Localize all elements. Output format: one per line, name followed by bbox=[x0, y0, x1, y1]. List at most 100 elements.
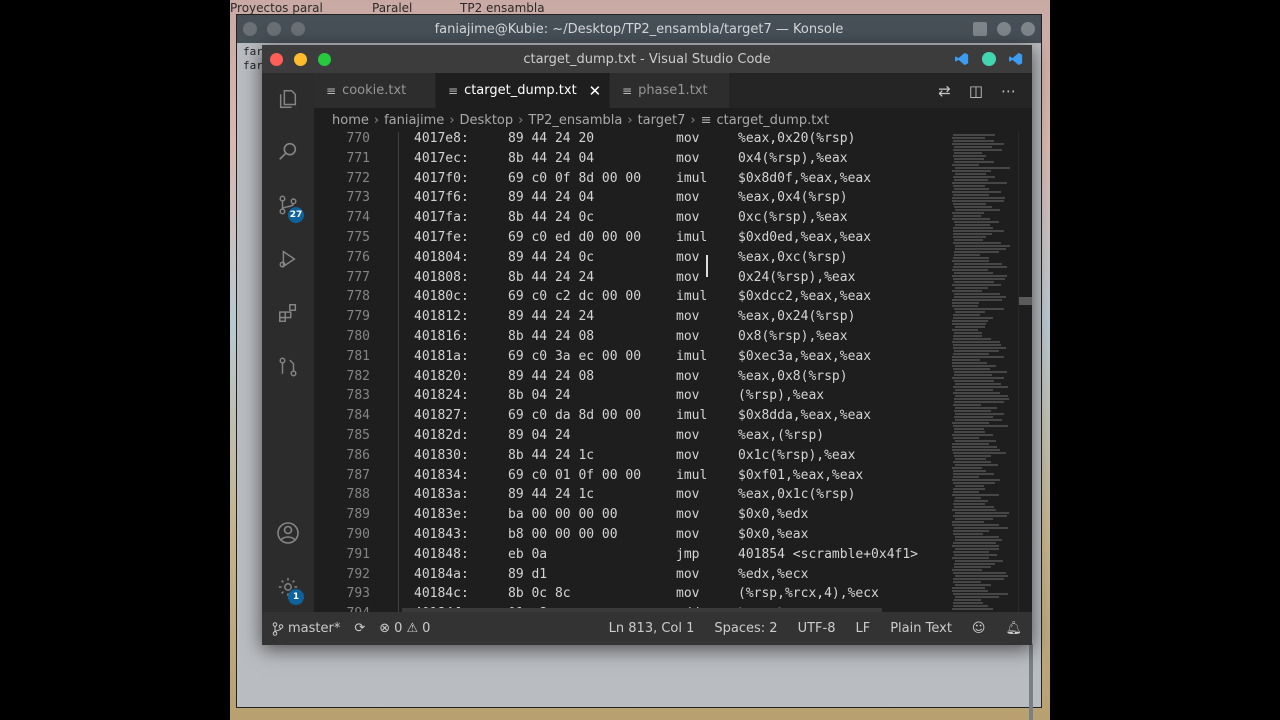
minimap-line bbox=[952, 320, 988, 322]
line-number: 780 bbox=[346, 329, 370, 344]
code-text: 40181a: 69 c0 3a ec 00 00 imul $0xec3a,%eax… bbox=[414, 347, 871, 367]
minimap-line bbox=[952, 422, 989, 424]
scrollbar-thumb[interactable] bbox=[1019, 297, 1032, 305]
sync-icon[interactable]: ⟳ bbox=[354, 621, 365, 636]
asm-bytes: 89 44 24 04 bbox=[508, 190, 595, 206]
search-icon[interactable] bbox=[276, 139, 300, 163]
minimap-line bbox=[952, 284, 1001, 286]
code-line[interactable]: 770 4017e8: 89 44 24 20 mov %eax,0x20(%rsp) bbox=[314, 132, 950, 149]
code-line[interactable]: 790 401843: b8 00 00 00 00 mov $0x0,%eax bbox=[314, 525, 950, 545]
account-icon[interactable] bbox=[276, 521, 300, 545]
minimap-line bbox=[952, 302, 979, 304]
asm-bytes: b8 00 00 00 00 bbox=[508, 527, 618, 542]
minimap-line bbox=[955, 497, 981, 499]
code-line[interactable]: 777 401808: 8b 44 24 24 mov 0x24(%rsp),%eax bbox=[314, 268, 950, 288]
code-line[interactable]: 788 40183a: 89 44 24 1c mov %eax,0x1c(%rsp) bbox=[314, 485, 950, 505]
code-line[interactable]: 773 4017f6: 89 44 24 04 mov %eax,0x4(%rsp) bbox=[314, 188, 950, 208]
code-text: 4017e8: 89 44 24 20 mov %eax,0x20(%rsp) bbox=[414, 132, 855, 149]
split-editor-icon[interactable]: ◫ bbox=[969, 82, 983, 100]
compare-changes-icon[interactable]: ⇄ bbox=[938, 82, 951, 100]
code-line[interactable]: 787 401834: 69 c0 01 0f 00 00 imul $0xf01,%e… bbox=[314, 466, 950, 486]
minimap-line bbox=[954, 221, 999, 223]
code-text: 401848: eb 0a jmp 401854 <scramble+0x4f1> bbox=[414, 545, 918, 565]
code-line[interactable]: 783 401824: 8b 04 24 mov (%rsp),%eax bbox=[314, 386, 950, 406]
encoding[interactable]: UTF-8 bbox=[798, 621, 836, 636]
asm-bytes: 8b 0c 8c bbox=[508, 586, 571, 602]
minimap-line bbox=[954, 416, 993, 418]
minimap-line bbox=[954, 188, 989, 190]
more-actions-icon[interactable]: ⋯ bbox=[1001, 82, 1016, 100]
code-line[interactable]: 786 401830: 8b 44 24 1c mov 0x1c(%rsp),%eax bbox=[314, 446, 950, 466]
notifications-bell-icon[interactable]: 🔔︎ bbox=[1005, 621, 1022, 636]
code-text: 401812: 89 44 24 24 mov %eax,0x24(%rsp) bbox=[414, 307, 855, 327]
run-debug-icon[interactable] bbox=[276, 247, 300, 271]
minimap-line bbox=[952, 269, 988, 271]
breadcrumb-item[interactable]: target7 bbox=[638, 113, 686, 128]
close-tab-icon[interactable]: ✕ bbox=[589, 82, 602, 100]
code-line[interactable]: 772 4017f0: 69 c0 0f 8d 00 00 imul $0x8d0f,%… bbox=[314, 169, 950, 189]
cursor-position[interactable]: Ln 813, Col 1 bbox=[609, 621, 695, 636]
minimap[interactable] bbox=[950, 132, 1010, 612]
konsole-pin-icon[interactable] bbox=[267, 22, 281, 36]
minimap-line bbox=[952, 509, 996, 511]
problems-indicator[interactable]: ⊗ 0 ⚠ 0 bbox=[379, 621, 430, 636]
code-line[interactable]: 781 40181a: 69 c0 3a ec 00 00 imul $0xec3a,%… bbox=[314, 347, 950, 367]
code-line[interactable]: 780 401816: 8b 44 24 08 mov 0x8(%rsp),%eax bbox=[314, 327, 950, 347]
breadcrumb-item[interactable]: Desktop bbox=[460, 113, 514, 128]
minimap-line bbox=[955, 311, 985, 313]
maximize-button[interactable] bbox=[318, 53, 331, 66]
konsole-scrollbar[interactable] bbox=[1029, 643, 1033, 720]
indentation[interactable]: Spaces: 2 bbox=[714, 621, 777, 636]
breadcrumb-item[interactable]: ctarget_dump.txt bbox=[717, 113, 830, 128]
code-line[interactable]: 785 40182d: 89 04 24 mov %eax,(%rsp) bbox=[314, 426, 950, 446]
breadcrumb-item[interactable]: faniajime bbox=[384, 113, 444, 128]
asm-ops: (%rsp,%rcx,4),%ecx bbox=[738, 586, 879, 602]
konsole-menu-icon[interactable] bbox=[243, 22, 257, 36]
feedback-icon[interactable]: ☺ bbox=[972, 621, 986, 636]
minimap-line bbox=[953, 353, 989, 355]
tab-phase1[interactable]: ≡ phase1.txt bbox=[610, 73, 730, 108]
code-editor[interactable]: 770 4017e8: 89 44 24 20 mov %eax,0x20(%rsp) 7… bbox=[314, 132, 950, 612]
asm-ops: $0x0,%edx bbox=[738, 507, 809, 523]
remote-explorer-icon[interactable] bbox=[276, 355, 300, 379]
code-line[interactable]: 791 401848: eb 0a jmp 401854 <scramble+0x4f1… bbox=[314, 545, 950, 565]
tab-ctarget-dump[interactable]: ≡ ctarget_dump.txt ✕ bbox=[436, 73, 610, 108]
asm-addr: 40184c: bbox=[414, 586, 469, 602]
minimap-line bbox=[953, 461, 991, 463]
breadcrumb-item[interactable]: TP2_ensambla bbox=[528, 113, 622, 128]
konsole-keep-above-icon[interactable] bbox=[291, 22, 305, 36]
konsole-minimize-button[interactable] bbox=[973, 22, 987, 36]
code-line[interactable]: 775 4017fe: 69 c0 ed d0 00 00 imul $0xd0ed,%… bbox=[314, 228, 950, 248]
minimap-line bbox=[953, 503, 985, 505]
branch-indicator[interactable]: master* bbox=[272, 621, 340, 636]
branch-icon bbox=[272, 621, 284, 636]
minimap-line bbox=[953, 542, 996, 544]
minimize-button[interactable] bbox=[294, 53, 307, 66]
code-line[interactable]: 776 401804: 89 44 24 0c mov %eax,0xc(%rsp) bbox=[314, 248, 950, 268]
code-line[interactable]: 774 4017fa: 8b 44 24 0c mov 0xc(%rsp),%eax bbox=[314, 208, 950, 228]
end-of-line[interactable]: LF bbox=[855, 621, 870, 636]
close-button[interactable] bbox=[270, 53, 283, 66]
code-line[interactable]: 793 40184c: 8b 0c 8c mov (%rsp,%rcx,4),%ecx bbox=[314, 584, 950, 604]
code-line[interactable]: 778 40180c: 69 c0 c2 dc 00 00 imul $0xdcc2,%… bbox=[314, 287, 950, 307]
language-mode[interactable]: Plain Text bbox=[890, 621, 952, 636]
breadcrumb-item[interactable]: home bbox=[332, 113, 369, 128]
code-line[interactable]: 779 401812: 89 44 24 24 mov %eax,0x24(%rsp) bbox=[314, 307, 950, 327]
tab-cookie[interactable]: ≡ cookie.txt bbox=[314, 73, 436, 108]
konsole-maximize-button[interactable] bbox=[997, 22, 1011, 36]
asm-bytes: 89 44 24 08 bbox=[508, 368, 595, 384]
minimap-line bbox=[953, 338, 991, 340]
code-line[interactable]: 789 40183e: ba 00 00 00 00 mov $0x0,%edx bbox=[314, 505, 950, 525]
code-line[interactable]: 784 401827: 69 c0 da 8d 00 00 imul $0x8dda,%… bbox=[314, 406, 950, 426]
code-line[interactable]: 782 401820: 89 44 24 08 mov %eax,0x8(%rsp) bbox=[314, 367, 950, 387]
extensions-icon[interactable] bbox=[276, 301, 300, 325]
code-line[interactable]: 771 4017ec: 8b 44 24 04 mov 0x4(%rsp),%eax bbox=[314, 149, 950, 169]
vertical-scrollbar[interactable] bbox=[1018, 132, 1032, 612]
konsole-close-button[interactable] bbox=[1021, 22, 1035, 36]
code-text: 401820: 89 44 24 08 mov %eax,0x8(%rsp) bbox=[414, 367, 848, 387]
asm-mnem: mov bbox=[676, 447, 700, 463]
line-number: 784 bbox=[346, 408, 370, 424]
explorer-icon[interactable] bbox=[276, 87, 300, 111]
code-line[interactable]: 792 40184a: 89 d1 mov %edx,%ecx bbox=[314, 565, 950, 585]
asm-mnem: mov bbox=[676, 150, 700, 166]
